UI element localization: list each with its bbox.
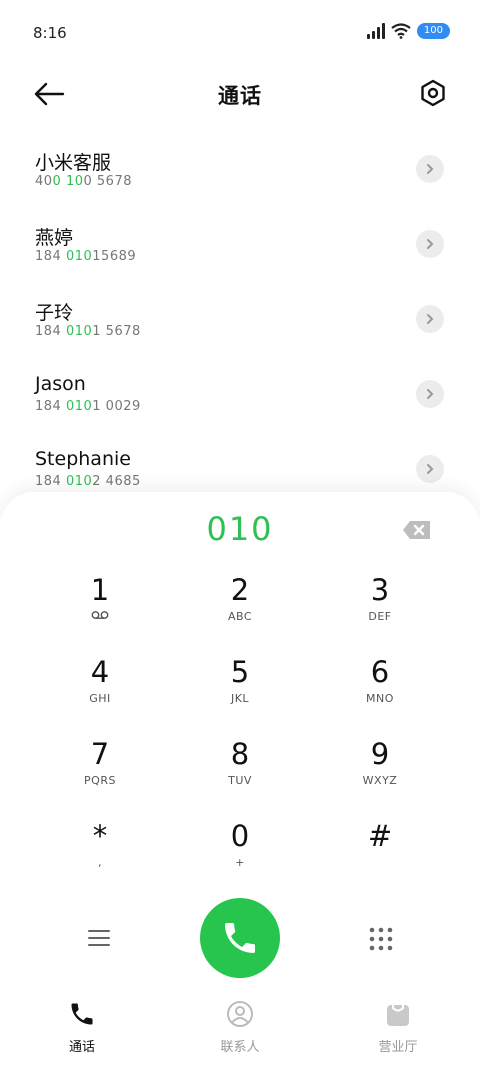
battery-indicator: 100	[416, 23, 450, 39]
status-bar: 8:16 100	[0, 0, 480, 66]
wifi-icon	[391, 23, 411, 39]
voicemail-icon	[91, 611, 109, 619]
key-3[interactable]: 3 DEF	[310, 572, 450, 654]
contact-number: 184 01015689	[35, 249, 137, 264]
status-time: 8:16	[33, 24, 67, 42]
contact-name: Jason	[35, 373, 86, 395]
status-icons: 100	[366, 23, 450, 39]
list-item[interactable]: Jason 184 0101 0029	[0, 365, 480, 440]
contact-number: 184 0102 4685	[35, 474, 141, 489]
key-2[interactable]: 2 ABC	[170, 572, 310, 654]
key-9[interactable]: 9 WXYZ	[310, 736, 450, 818]
backspace-icon[interactable]	[402, 520, 432, 540]
tab-label: 营业厅	[378, 1040, 418, 1055]
app-header: 通话	[0, 66, 480, 122]
list-item[interactable]: 燕婷 184 01015689	[0, 215, 480, 290]
key-star[interactable]: *,	[30, 818, 170, 900]
person-icon	[227, 1001, 253, 1027]
list-item[interactable]: 子玲 184 0101 5678	[0, 290, 480, 365]
chevron-right-icon[interactable]	[416, 230, 444, 258]
phone-icon	[71, 1003, 93, 1025]
key-5[interactable]: 5 JKL	[170, 654, 310, 736]
key-4[interactable]: 4 GHI	[30, 654, 170, 736]
contact-name: Stephanie	[35, 448, 131, 470]
key-7[interactable]: 7 PQRS	[30, 736, 170, 818]
contact-number: 184 0101 5678	[35, 324, 141, 339]
contact-name: 子玲	[35, 302, 74, 324]
contact-list: 小米客服 400 100 5678 燕婷 184 01015689 子玲 184…	[0, 140, 480, 515]
tab-calls[interactable]: 通话	[32, 1000, 132, 1055]
key-0[interactable]: 0 +	[170, 818, 310, 900]
key-6[interactable]: 6 MNO	[310, 654, 450, 736]
bottom-tab-bar: 通话 联系人 营业厅	[0, 1000, 480, 1060]
tab-label: 联系人	[220, 1040, 260, 1055]
tab-service-hall[interactable]: 营业厅	[348, 1000, 448, 1055]
page-title: 通话	[218, 84, 262, 108]
contact-number: 400 100 5678	[35, 174, 132, 189]
contact-number: 184 0101 0029	[35, 399, 141, 414]
chevron-right-icon[interactable]	[416, 305, 444, 333]
key-hash[interactable]: #	[310, 818, 450, 900]
keypad: 1 2 ABC 3 DEF 4 GHI 5 JKL 6 MNO 7 PQRS 8 TUV 9W…	[30, 572, 450, 900]
key-8[interactable]: 8 TUV	[170, 736, 310, 818]
dialpad-toggle-icon[interactable]	[368, 926, 394, 952]
tab-label: 通话	[68, 1040, 95, 1055]
chevron-right-icon[interactable]	[416, 155, 444, 183]
contact-name: 小米客服	[35, 152, 112, 174]
chevron-right-icon[interactable]	[416, 455, 444, 483]
list-item[interactable]: 小米客服 400 100 5678	[0, 140, 480, 215]
contact-name: 燕婷	[35, 227, 74, 249]
chevron-right-icon[interactable]	[416, 380, 444, 408]
tab-contacts[interactable]: 联系人	[190, 1000, 290, 1055]
call-button[interactable]	[200, 898, 280, 978]
signal-icon	[366, 23, 385, 39]
settings-icon[interactable]	[418, 78, 448, 108]
phone-icon	[225, 923, 255, 953]
bag-icon	[387, 1005, 409, 1026]
dialpad-panel: 010 1 2 ABC 3 DEF 4 GHI 5 JKL 6 MNO 7 PQRS 8 TU…	[0, 492, 480, 1067]
dial-actions	[0, 898, 480, 980]
menu-icon[interactable]	[87, 928, 111, 948]
key-1[interactable]: 1	[30, 572, 170, 654]
